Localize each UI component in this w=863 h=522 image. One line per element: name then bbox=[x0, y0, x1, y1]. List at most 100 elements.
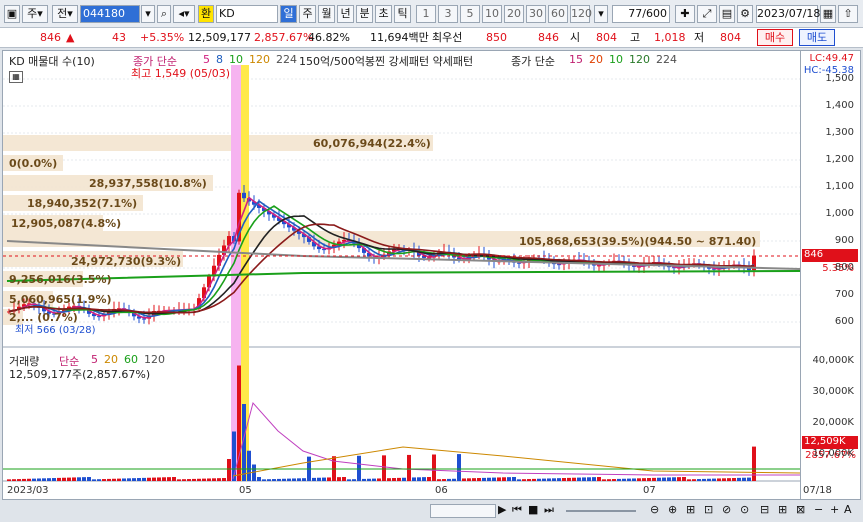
gear-icon[interactable]: ⚙ bbox=[737, 5, 753, 23]
interval-button[interactable]: 60 bbox=[548, 5, 568, 23]
volume-bar bbox=[572, 477, 576, 481]
volume-bar bbox=[592, 477, 596, 481]
chart-type-icon[interactable]: ⊘ bbox=[722, 503, 731, 516]
volume-profile-label: 24,972,730(9.3%) bbox=[71, 255, 182, 268]
draw-icon[interactable]: ⊙ bbox=[740, 503, 749, 516]
grid-icon[interactable]: ▦ bbox=[9, 71, 23, 83]
chart-canvas[interactable] bbox=[3, 51, 800, 499]
volume-bar bbox=[472, 478, 476, 481]
split-icon[interactable]: ⊞ bbox=[686, 503, 695, 516]
period-tab[interactable]: 틱 bbox=[394, 5, 411, 23]
volume-profile-label: 105,868,653(39.5%)(944.50 ~ 871.40) bbox=[519, 235, 757, 248]
x-tick: 05 bbox=[239, 485, 252, 496]
volume-bar bbox=[152, 477, 156, 481]
count-field[interactable]: 77/600 bbox=[612, 5, 670, 23]
layout-icon[interactable]: ▣ bbox=[4, 5, 20, 23]
volume-bar bbox=[662, 477, 666, 481]
crosshair-icon[interactable]: ✚ bbox=[675, 5, 695, 23]
volume-bar bbox=[277, 478, 281, 481]
volume-bar bbox=[137, 478, 141, 481]
trend-icon[interactable]: ⤢ bbox=[697, 5, 717, 23]
restore-icon[interactable]: ⊞ bbox=[778, 503, 787, 516]
volume-bar bbox=[82, 477, 86, 481]
stop-icon[interactable]: ■ bbox=[528, 503, 538, 516]
zoom-slider[interactable] bbox=[566, 510, 636, 512]
volume-ma5-line bbox=[232, 401, 800, 480]
volume-bar bbox=[272, 479, 276, 481]
interval-button[interactable]: 5 bbox=[460, 5, 480, 23]
volume-bar bbox=[497, 477, 501, 481]
volume-bar bbox=[192, 478, 196, 481]
next-icon[interactable]: ⏭ bbox=[544, 503, 554, 517]
period-tab[interactable]: 일 bbox=[280, 5, 297, 23]
interval-button[interactable]: 20 bbox=[504, 5, 524, 23]
volume-bar bbox=[427, 477, 431, 481]
text-icon[interactable]: A bbox=[844, 503, 852, 516]
period-tab[interactable]: 분 bbox=[356, 5, 373, 23]
layout-icon[interactable]: ⊠ bbox=[796, 503, 805, 516]
exchange-button[interactable]: 환 bbox=[198, 5, 214, 23]
zoom-in-icon[interactable]: ⊕ bbox=[668, 503, 677, 516]
volume-bar bbox=[627, 478, 631, 481]
change-percent: +5.35% bbox=[140, 31, 185, 44]
volume-bar bbox=[337, 477, 341, 481]
code-input[interactable]: 044180 bbox=[80, 5, 140, 23]
volume-bar bbox=[32, 478, 36, 481]
volume-bar bbox=[637, 478, 641, 481]
volume-bar bbox=[347, 479, 351, 481]
interval-button[interactable]: 1 bbox=[416, 5, 436, 23]
zoom-out-icon[interactable]: ⊖ bbox=[650, 503, 659, 516]
volume: 12,509,177 bbox=[188, 31, 251, 44]
volume-bar bbox=[197, 478, 201, 481]
volume-bar bbox=[407, 454, 411, 481]
interval-button[interactable]: 10 bbox=[482, 5, 502, 23]
all-select[interactable]: 전▾ bbox=[52, 5, 78, 23]
buy-button[interactable]: 매수 bbox=[757, 29, 793, 46]
volume-bar bbox=[452, 478, 456, 481]
market-select[interactable]: 주▾ bbox=[22, 5, 48, 23]
period-tab[interactable]: 년 bbox=[337, 5, 354, 23]
volume-bar bbox=[97, 479, 101, 481]
chart-area[interactable]: KD 매물대 수(10) 종가 단순 5 8 10 120 224 150억/500억봉… bbox=[2, 50, 861, 500]
date-field[interactable]: 2023/07/18 bbox=[756, 5, 820, 23]
period-tab[interactable]: 초 bbox=[375, 5, 392, 23]
interval-button[interactable]: 120 bbox=[570, 5, 592, 23]
interval-button[interactable]: 3 bbox=[438, 5, 458, 23]
up-arrow-icon: ▲ bbox=[66, 31, 75, 44]
volume-bar bbox=[207, 478, 211, 481]
interval-button[interactable]: 30 bbox=[526, 5, 546, 23]
search-icon[interactable]: ⌕ bbox=[157, 5, 171, 23]
minimize-icon[interactable]: ⊟ bbox=[760, 503, 769, 516]
ma2-period: 120 bbox=[629, 53, 650, 66]
interval-dropdown[interactable]: ▾ bbox=[594, 5, 608, 23]
period-tab[interactable]: 주 bbox=[299, 5, 316, 23]
volume-bar bbox=[667, 477, 671, 481]
save-icon[interactable]: ▤ bbox=[719, 5, 735, 23]
volume-profile-label: 18,940,352(7.1%) bbox=[27, 197, 138, 210]
scrollbar[interactable] bbox=[430, 504, 496, 518]
play-icon[interactable]: ▶ bbox=[498, 503, 506, 516]
vol-ma-period: 20 bbox=[104, 353, 118, 366]
fit-icon[interactable]: ⊡ bbox=[704, 503, 713, 516]
prev-icon[interactable]: ⏮ bbox=[512, 503, 522, 517]
font-smaller-icon[interactable]: − bbox=[814, 503, 823, 516]
ma2-label: 종가 단순 bbox=[511, 55, 555, 68]
volume-bar bbox=[77, 477, 81, 481]
volume-bar bbox=[362, 478, 366, 481]
sell-button[interactable]: 매도 bbox=[799, 29, 835, 46]
volume-bar bbox=[167, 477, 171, 481]
collapse-icon[interactable]: ⇧ bbox=[838, 5, 858, 23]
code-dropdown[interactable]: ▾ bbox=[141, 5, 155, 23]
sound-icon[interactable]: ◂▾ bbox=[173, 5, 195, 23]
price-tag: 846 bbox=[802, 249, 858, 262]
period-tab[interactable]: 월 bbox=[318, 5, 335, 23]
ma2-period: 15 bbox=[569, 53, 583, 66]
bottom-controls: ▶ ⏮ ■ ⏭ ⊖ ⊕ ⊞ ⊡ ⊘ ⊙ ⊟ ⊞ ⊠ − + A bbox=[0, 500, 863, 522]
volume-bar bbox=[647, 478, 651, 481]
font-larger-icon[interactable]: + bbox=[830, 503, 839, 516]
volume-bar bbox=[602, 479, 606, 481]
volume-bar bbox=[342, 477, 346, 481]
high-note: 최고 1,549 (05/03) bbox=[131, 67, 231, 80]
candle-body bbox=[242, 192, 246, 199]
calendar-icon[interactable]: ▦ bbox=[820, 5, 836, 23]
